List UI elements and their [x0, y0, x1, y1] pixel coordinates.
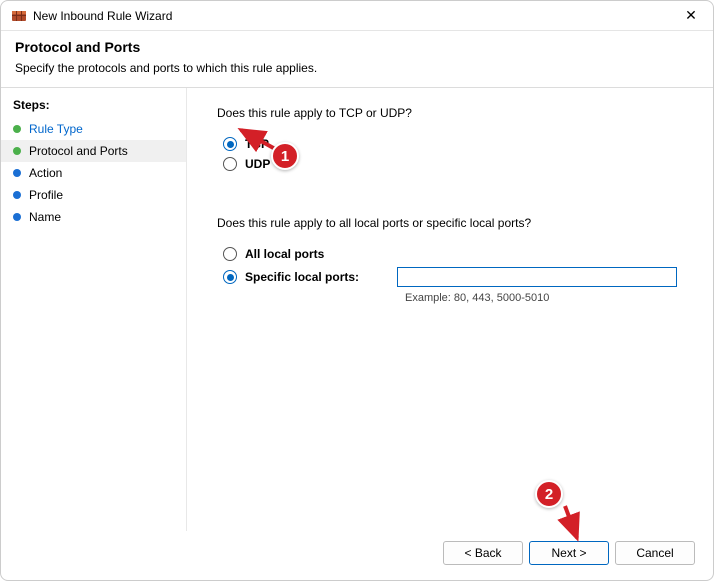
wizard-header: Protocol and Ports Specify the protocols… [1, 31, 713, 88]
ports-example: Example: 80, 443, 5000-5010 [405, 292, 683, 304]
ports-question: Does this rule apply to all local ports … [217, 216, 683, 230]
radio-specific-ports-row[interactable]: Specific local ports: [217, 264, 683, 290]
step-label: Action [29, 166, 62, 180]
page-description: Specify the protocols and ports to which… [15, 61, 699, 75]
step-bullet-icon [13, 191, 21, 199]
wizard-body: Steps: Rule Type Protocol and Ports Acti… [1, 88, 713, 531]
annotation-badge-1: 1 [271, 142, 299, 170]
window-title: New Inbound Rule Wizard [33, 9, 677, 23]
step-protocol-ports[interactable]: Protocol and Ports [1, 140, 186, 162]
radio-all-ports-row[interactable]: All local ports [217, 244, 683, 264]
firewall-icon [11, 8, 27, 24]
radio-all-ports-label: All local ports [245, 247, 324, 261]
step-label: Profile [29, 188, 63, 202]
wizard-footer: < Back Next > Cancel [1, 536, 713, 580]
titlebar: New Inbound Rule Wizard ✕ [1, 1, 713, 31]
steps-sidebar: Steps: Rule Type Protocol and Ports Acti… [1, 88, 187, 531]
cancel-button[interactable]: Cancel [615, 541, 695, 565]
page-title: Protocol and Ports [15, 39, 699, 55]
step-label: Rule Type [29, 122, 83, 136]
radio-specific-ports[interactable] [223, 270, 237, 284]
radio-specific-ports-label: Specific local ports: [245, 270, 375, 284]
next-button[interactable]: Next > [529, 541, 609, 565]
step-bullet-icon [13, 147, 21, 155]
step-label: Protocol and Ports [29, 144, 128, 158]
close-icon[interactable]: ✕ [677, 6, 705, 26]
specific-ports-input[interactable] [397, 267, 677, 287]
annotation-badge-2: 2 [535, 480, 563, 508]
step-bullet-icon [13, 125, 21, 133]
step-rule-type[interactable]: Rule Type [1, 118, 186, 140]
step-profile[interactable]: Profile [1, 184, 186, 206]
radio-all-ports[interactable] [223, 247, 237, 261]
step-bullet-icon [13, 169, 21, 177]
radio-tcp-label: TCP [245, 137, 269, 151]
protocol-question: Does this rule apply to TCP or UDP? [217, 106, 683, 120]
radio-udp-label: UDP [245, 157, 270, 171]
radio-tcp[interactable] [223, 137, 237, 151]
step-bullet-icon [13, 213, 21, 221]
wizard-content: Does this rule apply to TCP or UDP? TCP … [187, 88, 713, 531]
step-action[interactable]: Action [1, 162, 186, 184]
step-name[interactable]: Name [1, 206, 186, 228]
step-label: Name [29, 210, 61, 224]
steps-heading: Steps: [1, 96, 186, 118]
back-button[interactable]: < Back [443, 541, 523, 565]
radio-udp[interactable] [223, 157, 237, 171]
